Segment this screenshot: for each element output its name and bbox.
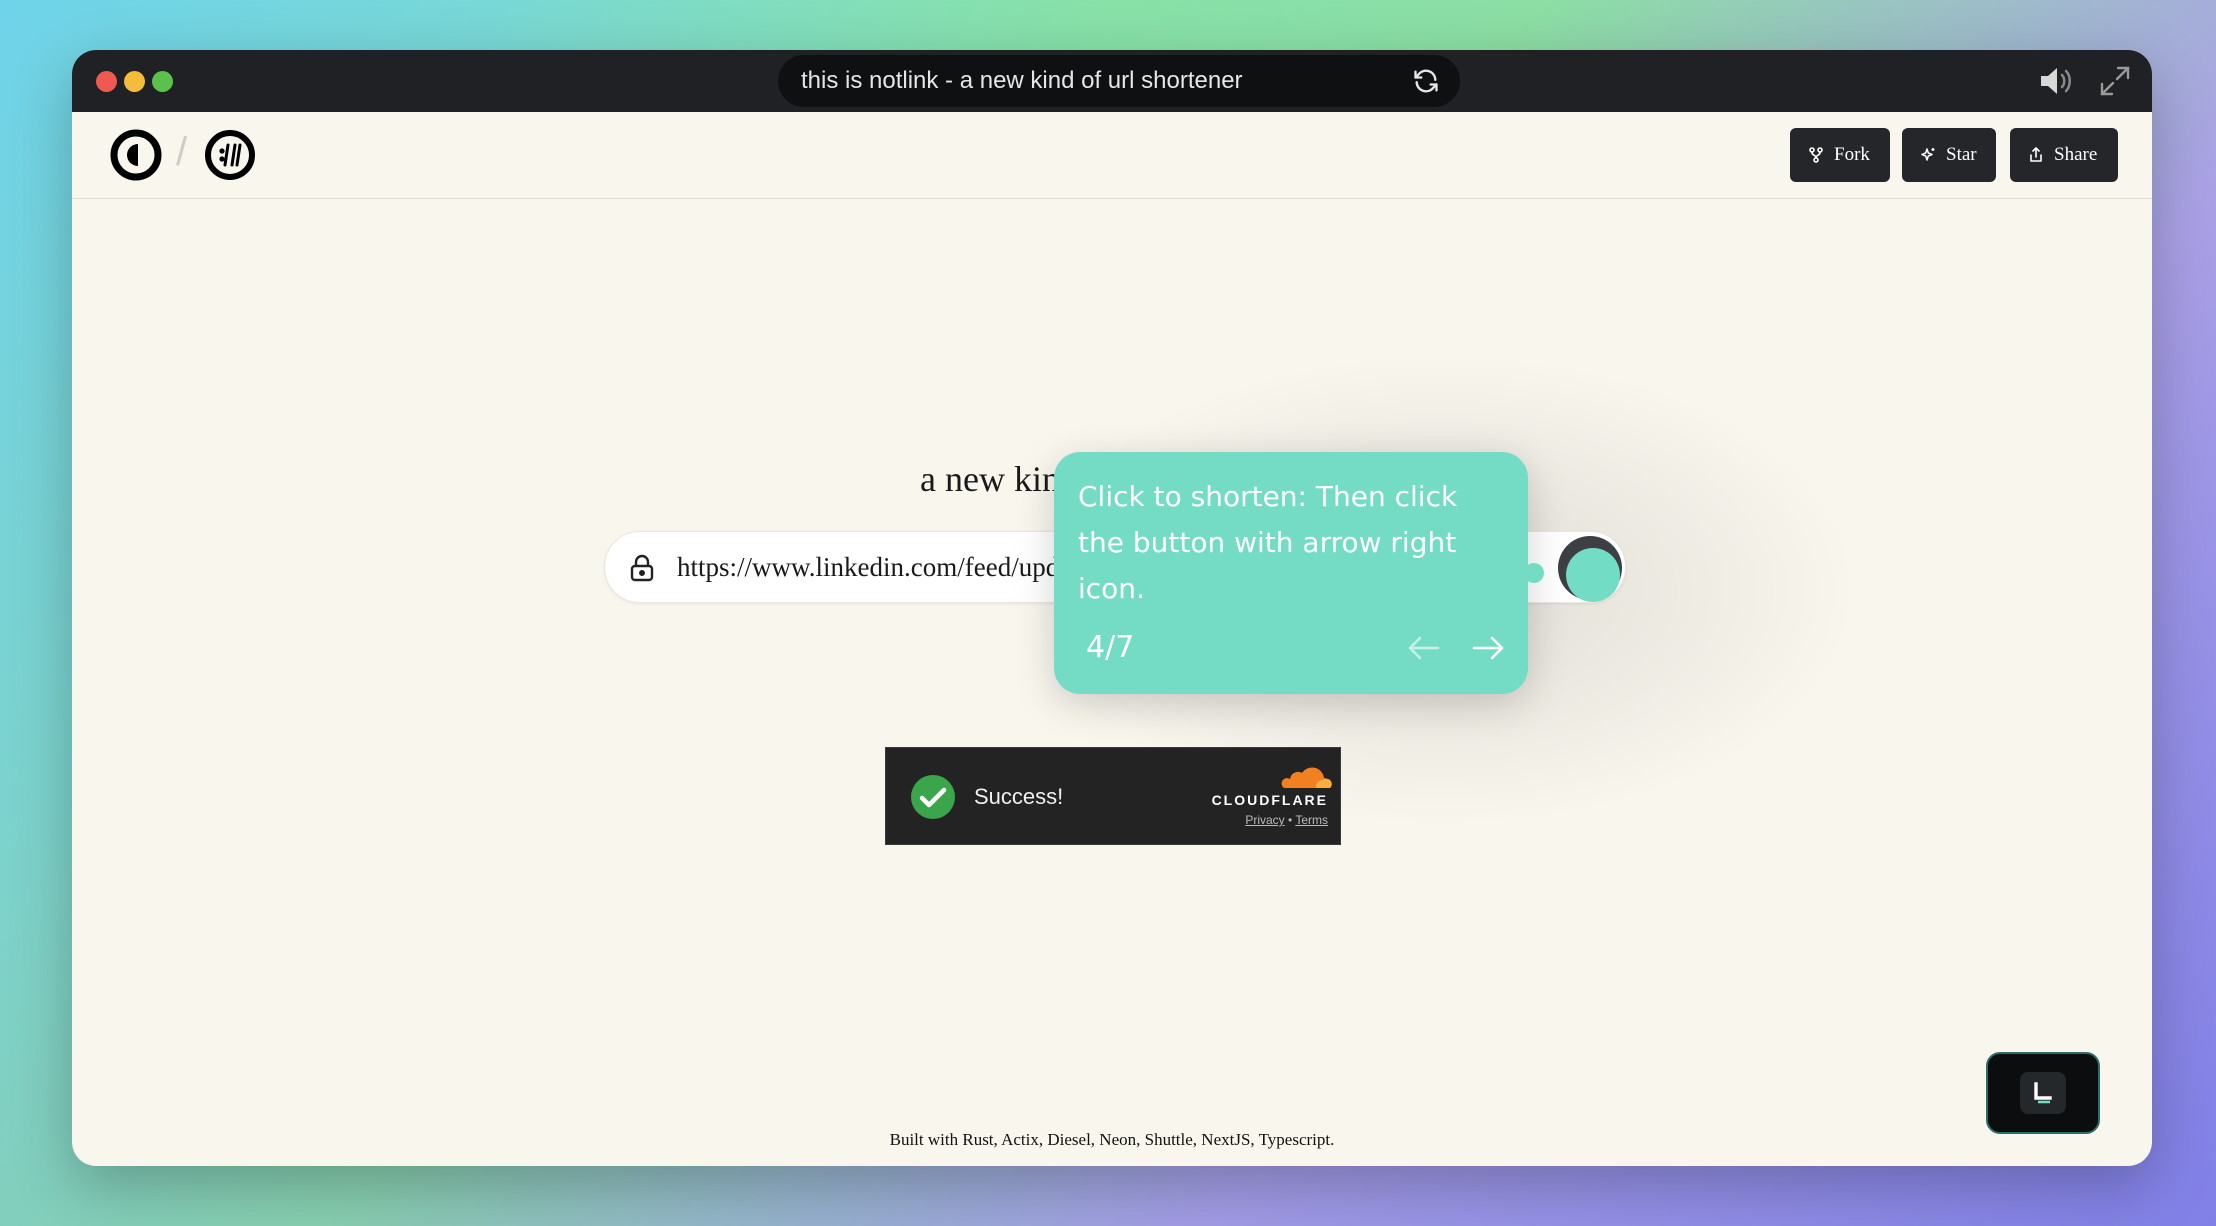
share-button[interactable]: Share [2010,128,2118,182]
speaker-icon[interactable] [2038,66,2074,96]
tour-tooltip: Click to shorten: Then click the button … [1054,452,1528,694]
close-window-button[interactable] [96,71,117,92]
tour-step-counter: 4/7 [1086,630,1135,665]
reload-icon[interactable] [1412,67,1440,95]
terms-link[interactable]: Terms [1295,813,1328,827]
cloudflare-captcha-widget[interactable]: Success! CLOUDFLARE Privacy • Terms [885,747,1341,845]
maximize-window-button[interactable] [152,71,173,92]
address-bar[interactable]: this is notlink - a new kind of url shor… [778,55,1460,107]
logo-separator: / [176,130,188,174]
notlink-logo-icon[interactable] [110,129,162,181]
privacy-link[interactable]: Privacy [1245,813,1284,827]
fork-icon [1809,147,1823,163]
tour-tooltip-pointer [1524,563,1544,583]
app-logo-icon [2020,1072,2066,1114]
star-button-label: Star [1946,144,1977,165]
arrow-right-icon[interactable] [1470,634,1506,662]
fork-button[interactable]: Fork [1790,128,1890,182]
captcha-links: Privacy • Terms [1186,813,1328,827]
shuttle-logo-icon[interactable] [204,129,256,181]
fullscreen-icon[interactable] [2098,64,2132,98]
app-header: / Fork Star Share [72,112,2152,199]
floating-app-button[interactable] [1986,1052,2100,1134]
cloudflare-wordmark: CLOUDFLARE [1211,792,1328,808]
links-separator: • [1288,813,1293,827]
address-bar-text: this is notlink - a new kind of url shor… [801,67,1243,94]
minimize-window-button[interactable] [124,71,145,92]
shorten-submit-button[interactable] [1558,536,1622,602]
page-footer: Built with Rust, Actix, Diesel, Neon, Sh… [889,1130,1335,1149]
window-titlebar: this is notlink - a new kind of url shor… [72,50,2152,112]
star-button[interactable]: Star [1902,128,1996,182]
success-check-icon [911,775,955,819]
share-button-label: Share [2054,144,2098,165]
tour-tooltip-text: Click to shorten: Then click the button … [1078,480,1458,605]
fork-button-label: Fork [1834,144,1870,165]
browser-window: this is notlink - a new kind of url shor… [72,50,2152,1166]
share-icon [2030,147,2042,162]
captcha-status: Success! [974,784,1064,809]
lock-icon [630,554,654,582]
page-headline: a new kin [920,459,1060,499]
arrow-left-icon[interactable] [1406,634,1442,662]
sparkle-icon [1921,148,1935,161]
cloudflare-cloud-icon [1281,767,1332,788]
